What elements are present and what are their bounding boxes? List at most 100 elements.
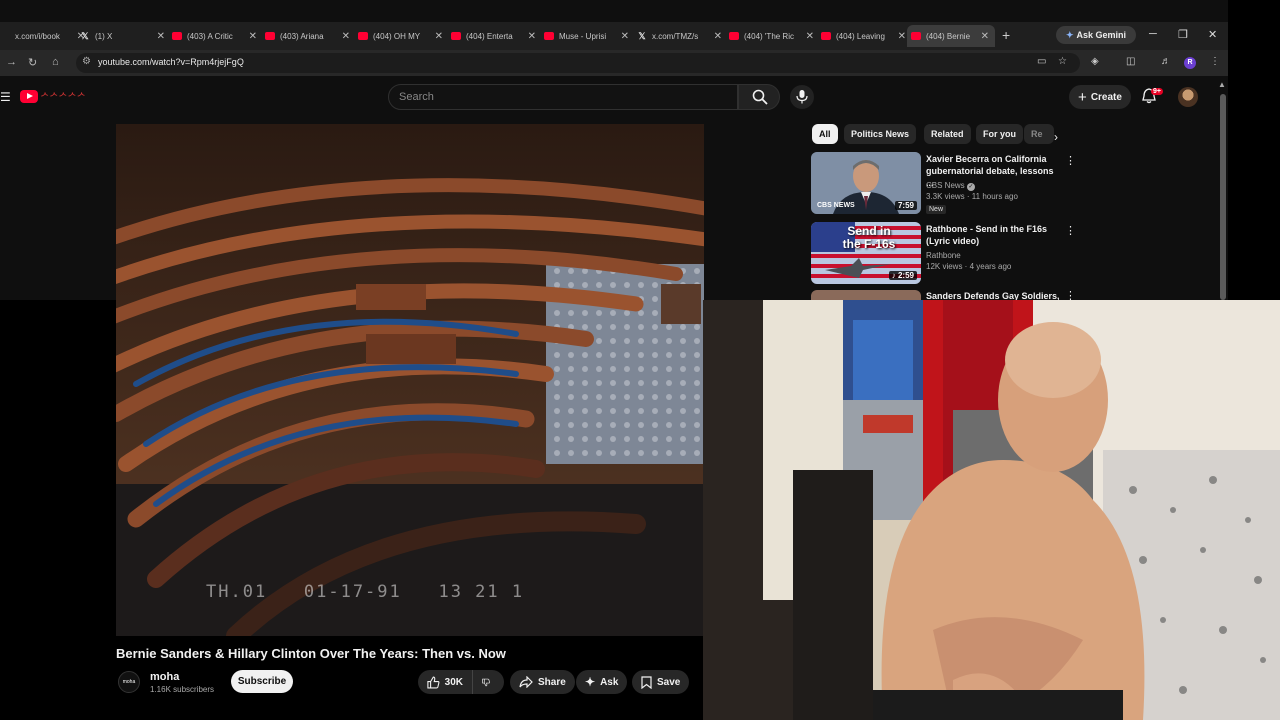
account-avatar[interactable] — [1178, 87, 1198, 107]
bookmark-icon — [641, 675, 652, 689]
hamburger-menu-icon[interactable]: ☰ — [0, 90, 11, 104]
close-tab-icon[interactable]: ✕ — [435, 31, 443, 42]
browser-menu-icon[interactable]: ⋮ — [1210, 56, 1220, 67]
install-app-icon[interactable]: ▭ — [1037, 56, 1046, 67]
video-thumbnail[interactable]: CBS NEWS 7:59 — [811, 152, 921, 214]
video-player[interactable]: TH.01 01-17-91 13 21 1 — [116, 124, 704, 636]
duration-badge: 7:59 — [894, 201, 917, 210]
ask-button[interactable]: ✦ Ask — [576, 670, 628, 694]
youtube-logo[interactable] — [20, 90, 38, 103]
youtube-doodle[interactable]: ᄼᄼᄼᄼᄼ — [40, 89, 87, 105]
site-info-icon[interactable]: ⚙ — [82, 56, 91, 67]
scrollbar-thumb[interactable] — [1220, 94, 1226, 300]
voice-search-button[interactable] — [790, 85, 814, 109]
channel-avatar[interactable]: moha — [118, 671, 140, 693]
verified-check-icon: ✓ — [966, 183, 975, 191]
more-actions-icon[interactable]: ⋮ — [1065, 154, 1076, 167]
close-tab-icon[interactable]: ✕ — [528, 31, 536, 42]
recommended-video-title[interactable]: Rathbone - Send in the F16s (Lyric video… — [926, 223, 1061, 247]
ask-gemini-button[interactable]: ✦ Ask Gemini — [1056, 26, 1136, 44]
scroll-up-arrow-icon[interactable]: ▲ — [1218, 80, 1226, 89]
webcam-overlay — [703, 300, 1280, 720]
extensions-icon[interactable]: ◈ — [1091, 56, 1099, 67]
chip-all[interactable]: All — [812, 124, 838, 144]
youtube-icon — [821, 32, 831, 40]
video-thumbnail[interactable]: Send in the F-16s ♪ 2:59 — [811, 222, 921, 284]
recommended-video[interactable]: CBS NEWS 7:59 Xavier Becerra on Californ… — [811, 152, 1076, 216]
save-button[interactable]: Save — [632, 670, 690, 694]
search-button[interactable] — [738, 84, 780, 110]
browser-tab[interactable]: (404) Leaving ✕ — [821, 25, 906, 47]
plus-icon: + — [1078, 88, 1087, 106]
close-tab-icon[interactable]: ✕ — [342, 31, 350, 42]
browser-tab[interactable]: 𝕏 (1) X ✕ — [80, 25, 165, 47]
close-tab-icon[interactable]: ✕ — [981, 31, 989, 42]
minimize-icon[interactable]: ─ — [1149, 28, 1157, 40]
chip-for-you[interactable]: For you — [976, 124, 1023, 144]
like-button[interactable]: 30K — [418, 670, 472, 694]
youtube-icon — [172, 32, 182, 40]
bookmark-star-icon[interactable]: ☆ — [1058, 56, 1067, 67]
chevron-right-icon[interactable]: › — [1054, 130, 1058, 144]
recommended-channel-name[interactable]: Rathbone — [926, 251, 961, 260]
profile-avatar[interactable]: R — [1184, 57, 1196, 69]
gemini-sparkle-icon: ✦ — [1065, 29, 1074, 40]
browser-tab[interactable]: (404) 'The Ric ✕ — [729, 25, 814, 47]
youtube-icon — [544, 32, 554, 40]
share-button[interactable]: Share — [510, 670, 575, 694]
recommended-video[interactable]: Send in the F-16s ♪ 2:59 Rathbone - Send… — [811, 222, 1076, 286]
thumbnail-caption: Send in the F-16s — [842, 224, 896, 251]
youtube-icon — [265, 32, 275, 40]
tab-strip: x.com/i/book ✕ 𝕏 (1) X ✕ (403) A Critic ✕ (4… — [0, 22, 1228, 50]
home-icon[interactable]: ⌂ — [52, 56, 59, 68]
youtube-icon — [451, 32, 461, 40]
more-actions-icon[interactable]: ⋮ — [1065, 290, 1071, 300]
browser-tab[interactable]: Muse - Uprisi ✕ — [544, 25, 629, 47]
chip-recently-uploaded[interactable]: Re — [1024, 124, 1054, 144]
browser-tab[interactable]: (403) Ariana ✕ — [265, 25, 350, 47]
close-tab-icon[interactable]: ✕ — [714, 31, 722, 42]
sparkle-icon: ✦ — [585, 675, 596, 689]
page-scrollbar[interactable]: ▲ — [1218, 80, 1228, 300]
close-tab-icon[interactable]: ✕ — [157, 31, 165, 42]
browser-tab[interactable]: (403) A Critic ✕ — [172, 25, 257, 47]
close-window-icon[interactable]: ✕ — [1208, 28, 1217, 41]
browser-tab[interactable]: x.com/i/book ✕ — [0, 25, 85, 47]
video-thumbnail[interactable] — [811, 290, 921, 300]
browser-tab[interactable]: 𝕏x.com/TMZ/s ✕ — [637, 25, 722, 47]
subscriber-count: 1.16K subscribers — [150, 685, 215, 694]
thumbs-down-icon — [482, 678, 490, 686]
media-icon[interactable]: ♬ — [1161, 56, 1171, 67]
restore-icon[interactable]: ❐ — [1178, 28, 1188, 41]
video-timestamp-overlay: TH.01 01-17-91 13 21 1 — [206, 582, 525, 602]
search-input[interactable]: Search — [388, 84, 738, 110]
youtube-masthead: ☰ ᄼᄼᄼᄼᄼ Search + Create 9+ — [0, 76, 1228, 120]
chip-politics-news[interactable]: Politics News — [844, 124, 917, 144]
recommended-video-meta: 12K views · 4 years ago — [926, 262, 1012, 271]
chip-related[interactable]: Related — [924, 124, 971, 144]
forward-icon[interactable]: → — [6, 56, 17, 68]
recommended-video-title[interactable]: Sanders Defends Gay Soldiers, — [926, 290, 1061, 300]
recommended-channel-name[interactable]: CBS News ✓ — [926, 181, 975, 191]
dislike-button[interactable] — [472, 670, 504, 694]
url-text: youtube.com/watch?v=Rpm4rjejFgQ — [98, 57, 244, 67]
share-arrow-icon — [519, 676, 533, 688]
browser-tab[interactable]: (404) OH MY ✕ — [358, 25, 443, 47]
close-tab-icon[interactable]: ✕ — [806, 31, 814, 42]
close-tab-icon[interactable]: ✕ — [898, 31, 906, 42]
x-icon: 𝕏 — [81, 31, 89, 41]
reload-icon[interactable]: ↻ — [28, 56, 37, 69]
channel-name[interactable]: moha — [150, 671, 179, 683]
close-tab-icon[interactable]: ✕ — [621, 31, 629, 42]
address-bar[interactable]: ⚙ youtube.com/watch?v=Rpm4rjejFgQ — [76, 53, 1080, 73]
duration-badge: ♪ 2:59 — [888, 271, 917, 280]
recommended-video[interactable]: Sanders Defends Gay Soldiers, ⋮ — [811, 290, 1071, 300]
create-button[interactable]: + Create — [1069, 85, 1131, 109]
split-view-icon[interactable]: ◫ — [1126, 56, 1135, 67]
more-actions-icon[interactable]: ⋮ — [1065, 224, 1076, 237]
subscribe-button[interactable]: Subscribe — [231, 670, 293, 693]
new-tab-icon[interactable]: + — [1002, 27, 1010, 43]
close-tab-icon[interactable]: ✕ — [249, 31, 257, 42]
browser-tab-active[interactable]: (404) Bernie ✕ — [907, 25, 995, 47]
browser-tab[interactable]: (404) Enterta ✕ — [451, 25, 536, 47]
